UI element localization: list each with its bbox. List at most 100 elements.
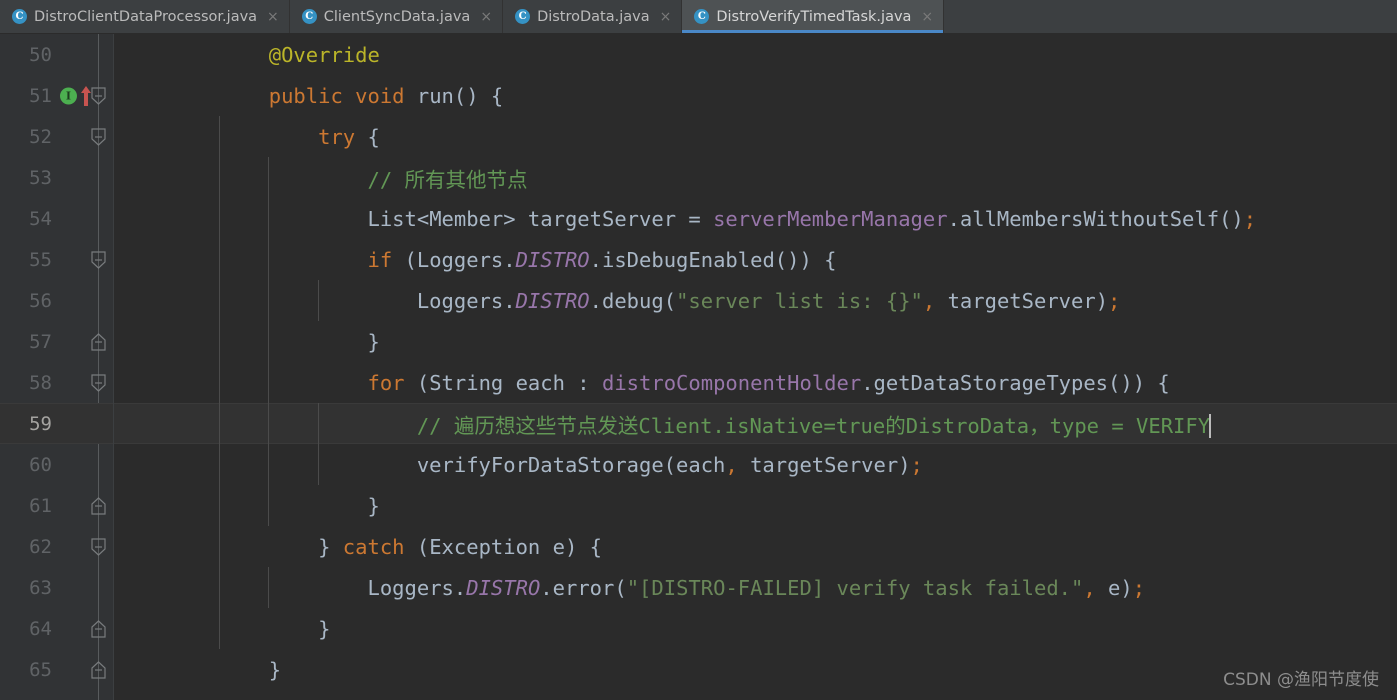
editor-tab[interactable]: C ClientSyncData.java × [290,0,504,33]
editor-tab[interactable]: C DistroVerifyTimedTask.java × [682,0,945,33]
code-text: List<Member> targetServer = serverMember… [170,207,1256,231]
gutter-row[interactable]: 50 [0,34,113,75]
code-line[interactable]: // 所有其他节点 [114,157,1397,198]
close-icon[interactable]: × [660,10,672,24]
code-line[interactable]: for (String each : distroComponentHolder… [114,362,1397,403]
code-line[interactable]: } catch (Exception e) { [114,526,1397,567]
code-token-plain: .allMembersWithoutSelf() [947,206,1244,231]
editor-tab-label: DistroData.java [537,8,650,25]
code-token-plain: .debug( [589,288,677,313]
fold-start-icon[interactable] [88,249,109,271]
code-token-kw: catch [342,534,405,559]
editor-tab-label: ClientSyncData.java [323,8,471,25]
code-line[interactable]: try { [114,116,1397,157]
line-number: 54 [29,207,52,230]
editor-tab[interactable]: C DistroData.java × [503,0,683,33]
code-line[interactable]: } [114,321,1397,362]
gutter-row[interactable]: 53 [0,157,113,198]
code-token-plain: .error( [540,575,627,600]
close-icon[interactable]: × [921,10,933,24]
close-icon[interactable]: × [267,10,279,24]
gutter-row[interactable]: 61 [0,485,113,526]
code-token-plain: } [170,329,380,354]
code-line[interactable]: } [114,649,1397,690]
fold-start-icon[interactable] [88,85,109,107]
text-caret [1209,413,1212,438]
code-text: Loggers.DISTRO.debug("server list is: {}… [170,288,1121,313]
code-token-plain: .getDataStorageTypes()) { [861,370,1170,395]
java-class-icon: C [301,9,317,24]
line-number: 56 [29,289,52,312]
code-line[interactable]: } [114,485,1397,526]
java-class-icon: C [694,9,710,24]
code-line[interactable]: } [114,608,1397,649]
code-token-plain: (String each : [404,370,602,395]
gutter-row[interactable]: 54 [0,198,113,239]
code-line[interactable]: // 遍历想这些节点发送Client.isNative=true的DistroD… [114,403,1397,444]
code-text: try { [170,125,380,149]
code-token-plain: () { [453,83,504,108]
gutter-row[interactable]: 64 [0,608,113,649]
code-line[interactable]: Loggers.DISTRO.debug("server list is: {}… [114,280,1397,321]
code-line[interactable]: @Override [114,34,1397,75]
code-text: } catch (Exception e) { [170,535,602,559]
line-number: 63 [29,576,52,599]
code-token-str: "[DISTRO-FAILED] verify task failed." [626,575,1084,600]
code-token-plain: targetServer) [737,452,911,477]
code-line[interactable]: if (Loggers.DISTRO.isDebugEnabled()) { [114,239,1397,280]
fold-start-icon[interactable] [88,372,109,394]
fold-start-icon[interactable] [88,126,109,148]
fold-start-icon[interactable] [88,536,109,558]
editor-gutter[interactable]: 50 51 I 52 53 54 55 56 57 58 59 60 61 62 63 64 65 [0,34,114,700]
code-text: Loggers.DISTRO.error("[DISTRO-FAILED] ve… [170,576,1145,600]
editor-tab[interactable]: C DistroClientDataProcessor.java × [0,0,290,33]
code-token-kw: if [367,247,393,272]
gutter-row[interactable]: 63 [0,567,113,608]
gutter-row[interactable]: 56 [0,280,113,321]
code-line[interactable]: public void run() { [114,75,1397,116]
code-token-str: "server list is: {}" [676,288,923,313]
gutter-row[interactable]: 55 [0,239,113,280]
code-token-plain: Loggers. [367,575,467,600]
gutter-row[interactable]: 65 [0,649,113,690]
gutter-row[interactable]: 60 [0,444,113,485]
code-token-cmt: // 遍历想这些节点发送Client.isNative=true的DistroD… [416,413,1211,438]
code-content-area[interactable]: @Override public void run() { try { // 所… [114,34,1397,700]
code-line[interactable]: List<Member> targetServer = serverMember… [114,198,1397,239]
close-icon[interactable]: × [480,10,492,24]
gutter-row[interactable]: 62 [0,526,113,567]
code-line[interactable]: verifyForDataStorage(each, targetServer)… [114,444,1397,485]
line-number: 62 [29,535,52,558]
gutter-row[interactable]: 58 [0,362,113,403]
code-editor[interactable]: 50 51 I 52 53 54 55 56 57 58 59 60 61 62 63 64 65 @Overr… [0,34,1397,700]
code-line[interactable]: Loggers.DISTRO.error("[DISTRO-FAILED] ve… [114,567,1397,608]
code-text: // 所有其他节点 [170,163,527,193]
line-number: 51 [29,84,52,107]
code-token-semi: ; [1243,206,1257,231]
gutter-row[interactable]: 57 [0,321,113,362]
gutter-row[interactable]: 51 I [0,75,113,116]
fold-end-icon[interactable] [88,331,109,353]
code-token-plain: run [416,83,454,108]
fold-end-icon[interactable] [88,495,109,517]
tab-bar-empty-space [944,0,1397,33]
code-token-kw: void [355,83,405,108]
fold-end-icon[interactable] [88,659,109,681]
gutter-row[interactable]: 52 [0,116,113,157]
line-number: 59 [29,412,52,435]
implements-marker-icon[interactable]: I [60,87,77,104]
line-number: 60 [29,453,52,476]
code-token-semi: , [922,288,936,313]
gutter-row[interactable]: 59 [0,403,113,444]
fold-end-icon[interactable] [88,618,109,640]
